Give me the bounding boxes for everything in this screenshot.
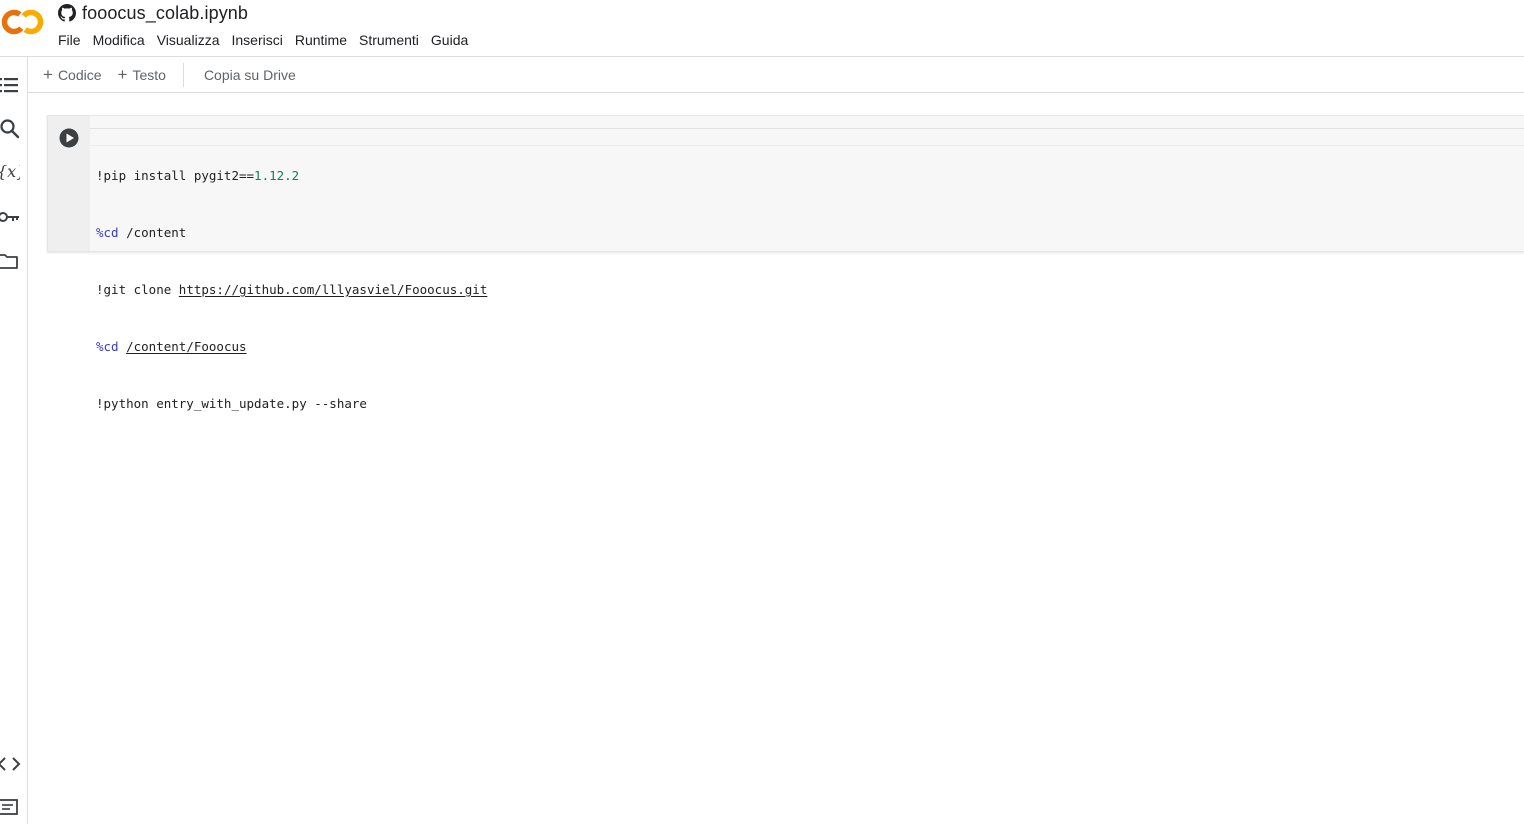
code-text[interactable]: !pip install pygit2==1.12.2 %cd /content… <box>96 128 487 451</box>
menu-view[interactable]: Visualizza <box>151 31 226 49</box>
code-line: %cd /content <box>96 225 187 240</box>
colab-logo-icon[interactable] <box>1 7 45 37</box>
plus-icon: + <box>117 65 128 84</box>
code-line: !python entry_with_update.py --share <box>96 396 367 411</box>
code-line: !git clone https://github.com/lllyasviel… <box>96 282 488 297</box>
menu-file[interactable]: File <box>52 31 87 49</box>
search-icon[interactable] <box>0 117 22 141</box>
svg-text:{x}: {x} <box>0 162 20 181</box>
code-line: !pip install pygit2==1.12.2 <box>96 168 300 183</box>
table-of-contents-icon[interactable] <box>0 73 20 97</box>
content-path-link[interactable]: /content/Fooocus <box>126 339 246 354</box>
add-text-button[interactable]: + Testo <box>118 61 166 89</box>
add-text-label: Testo <box>132 66 166 83</box>
menu-help[interactable]: Guida <box>425 31 474 49</box>
code-snippets-icon[interactable] <box>0 752 21 776</box>
menu-bar: File Modifica Visualizza Inserisci Runti… <box>52 31 474 49</box>
cell-gutter <box>48 116 90 251</box>
title-row: fooocus_colab.ipynb <box>58 2 248 24</box>
menu-runtime[interactable]: Runtime <box>289 31 353 49</box>
notebook-title[interactable]: fooocus_colab.ipynb <box>82 3 248 24</box>
repo-url-link[interactable]: https://github.com/lllyasviel/Fooocus.gi… <box>179 282 488 297</box>
copy-to-drive-label: Copia su Drive <box>203 66 296 83</box>
variables-icon[interactable]: {x} <box>0 160 20 184</box>
notebook-toolbar: + Codice + Testo Copia su Drive <box>28 57 1524 93</box>
add-code-button[interactable]: + Codice <box>43 61 102 89</box>
files-folder-icon[interactable] <box>0 249 20 273</box>
secrets-key-icon[interactable] <box>0 205 21 229</box>
copy-to-drive-button[interactable]: Copia su Drive <box>204 61 296 89</box>
command-palette-icon[interactable] <box>0 795 20 819</box>
add-code-label: Codice <box>57 66 102 83</box>
menu-edit[interactable]: Modifica <box>87 31 151 49</box>
left-sidebar-rail: {x} <box>0 57 28 824</box>
toolbar-divider <box>182 62 184 87</box>
run-cell-icon[interactable] <box>59 128 79 148</box>
menu-tools[interactable]: Strumenti <box>353 31 425 49</box>
code-cell[interactable]: !pip install pygit2==1.12.2 %cd /content… <box>47 115 1524 411</box>
menu-insert[interactable]: Inserisci <box>225 31 288 49</box>
code-line: %cd /content/Fooocus <box>96 339 247 354</box>
plus-icon: + <box>43 65 53 84</box>
code-editor[interactable]: !pip install pygit2==1.12.2 %cd /content… <box>90 116 1524 411</box>
app-header: fooocus_colab.ipynb File Modifica Visual… <box>0 0 1524 57</box>
github-icon[interactable] <box>58 4 76 22</box>
